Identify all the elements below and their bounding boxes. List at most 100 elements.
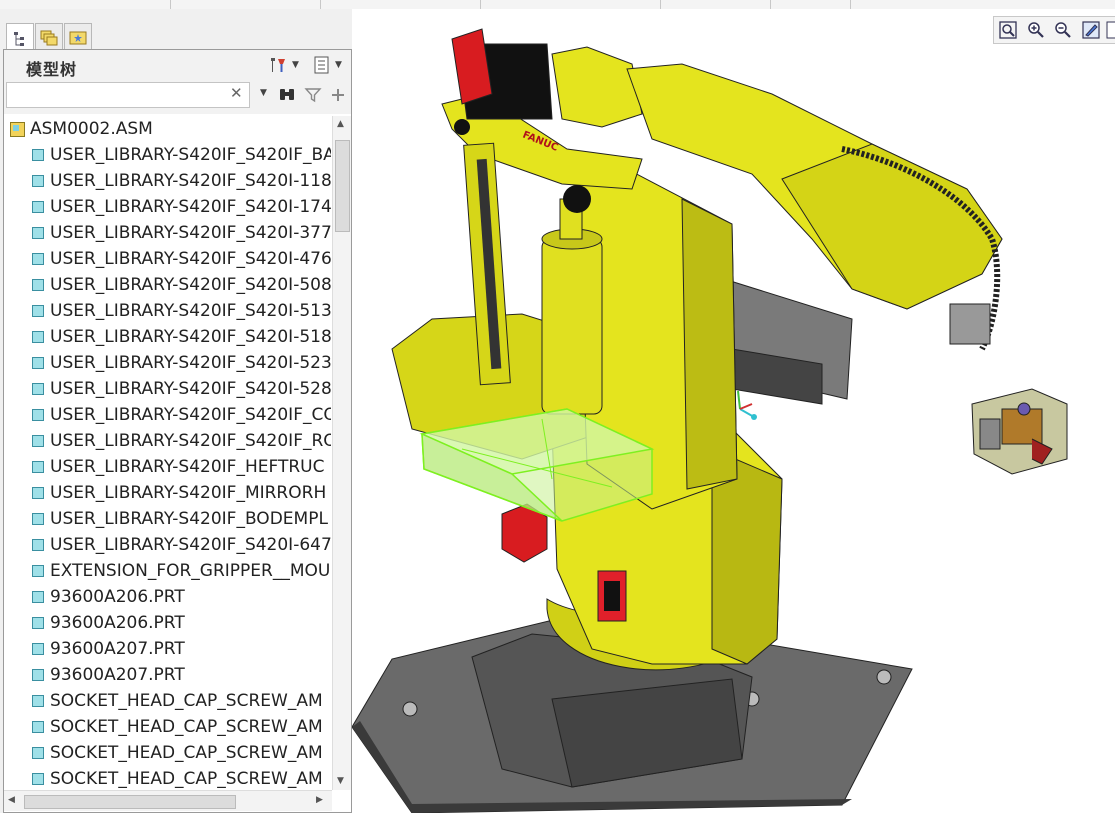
tree-item-label: USER_LIBRARY-S420IF_S420I-528	[50, 379, 331, 399]
tab-layers[interactable]	[35, 23, 63, 52]
layers-icon	[40, 30, 58, 46]
scroll-right-icon[interactable]: ▶	[316, 795, 323, 805]
navigator-panel: 模型树 ▼ ▼ ✕ ▼ ASM0002.ASM USER_LIBRARY-S42…	[0, 9, 352, 813]
tree-horizontal-scrollbar[interactable]: ◀ ▶	[4, 790, 332, 811]
tree-item[interactable]: USER_LIBRARY-S420IF_HEFTRUC	[32, 454, 324, 480]
tree-item[interactable]: USER_LIBRARY-S420IF_S420IF_RO	[32, 428, 331, 454]
tree-item[interactable]: USER_LIBRARY-S420IF_S420IF_CO	[32, 402, 331, 428]
tree-item[interactable]: 93600A206.PRT	[32, 584, 185, 610]
show-menu-button[interactable]: ▼	[314, 54, 342, 76]
csys-axes-icon	[737, 390, 757, 420]
repaint-button[interactable]	[1080, 19, 1102, 41]
j3-housing[interactable]	[551, 46, 643, 128]
scroll-down-icon[interactable]: ▼	[337, 776, 344, 786]
gripper-assembly[interactable]	[971, 388, 1068, 475]
tree-item[interactable]: SOCKET_HEAD_CAP_SCREW_AM	[32, 688, 323, 714]
tree-item[interactable]: USER_LIBRARY-S420IF_S420I-513	[32, 298, 331, 324]
tree-item-label: USER_LIBRARY-S420IF_S420IF_BA	[50, 145, 331, 165]
more-tools-icon	[1106, 21, 1115, 39]
tree-item[interactable]: SOCKET_HEAD_CAP_SCREW_AM	[32, 766, 323, 790]
tree-item[interactable]: USER_LIBRARY-S420IF_S420I-518	[32, 324, 331, 350]
add-column-button[interactable]	[330, 86, 346, 108]
more-view-tools-button[interactable]	[1106, 19, 1115, 41]
tree-search-input[interactable]	[6, 82, 250, 108]
tree-item[interactable]: USER_LIBRARY-S420IF_MIRRORH	[32, 480, 326, 506]
tree-item[interactable]: EXTENSION_FOR_GRIPPER__MOU	[32, 558, 330, 584]
model-tree: 模型树 ▼ ▼ ✕ ▼ ASM0002.ASM USER_LIBRARY-S42…	[3, 49, 352, 813]
add-icon	[332, 89, 344, 101]
filter-icon	[304, 88, 322, 103]
zoom-out-icon	[1055, 22, 1071, 38]
tree-item[interactable]: USER_LIBRARY-S420IF_S420I-174	[32, 194, 331, 220]
tree-item-label: 93600A207.PRT	[50, 665, 185, 685]
scroll-up-icon[interactable]: ▲	[337, 119, 344, 129]
wrist-flange[interactable]	[949, 303, 991, 345]
tree-item-label: SOCKET_HEAD_CAP_SCREW_AM	[50, 691, 323, 711]
tree-item[interactable]: USER_LIBRARY-S420IF_S420I-647	[32, 532, 331, 558]
tree-item-label: USER_LIBRARY-S420IF_S420I-647	[50, 535, 331, 555]
tree-item[interactable]: USER_LIBRARY-S420IF_S420I-377	[32, 220, 331, 246]
tab-favorites[interactable]	[64, 23, 92, 52]
robot-model-view[interactable]: FANUC	[351, 9, 1115, 814]
tree-item[interactable]: 93600A207.PRT	[32, 636, 185, 662]
tree-root-label: ASM0002.ASM	[30, 119, 153, 139]
zoom-in-icon	[1028, 22, 1044, 38]
tree-item[interactable]: SOCKET_HEAD_CAP_SCREW_AM	[32, 740, 323, 766]
tree-item-label: USER_LIBRARY-S420IF_S420I-513	[50, 301, 331, 321]
find-button[interactable]	[278, 86, 296, 108]
part-icon	[32, 201, 44, 213]
tree-settings-button[interactable]: ▼	[268, 54, 299, 76]
tree-item-label: USER_LIBRARY-S420IF_S420I-174	[50, 197, 331, 217]
tree-item[interactable]: USER_LIBRARY-S420IF_S420I-523	[32, 350, 331, 376]
graphics-window[interactable]: FANUC	[351, 9, 1115, 814]
clear-search-icon[interactable]: ✕	[230, 84, 243, 102]
balancer-cylinder[interactable]	[541, 238, 603, 415]
filter-button[interactable]	[304, 86, 322, 108]
part-icon	[32, 513, 44, 525]
tree-item-label: USER_LIBRARY-S420IF_S420IF_CO	[50, 405, 331, 425]
part-icon	[32, 487, 44, 499]
tree-item-label: USER_LIBRARY-S420IF_HEFTRUC	[50, 457, 325, 477]
tree-header: 模型树 ▼ ▼	[4, 50, 351, 80]
tree-item-label: 93600A206.PRT	[50, 587, 185, 607]
tree-item-label: 93600A206.PRT	[50, 613, 185, 633]
tree-item[interactable]: 93600A207.PRT	[32, 662, 185, 688]
tree-item-label: USER_LIBRARY-S420IF_MIRRORH	[50, 483, 327, 503]
view-toolbar	[993, 16, 1115, 44]
j3-motor-cap	[451, 28, 493, 105]
tree-item[interactable]: 93600A206.PRT	[32, 610, 185, 636]
tree-item[interactable]: USER_LIBRARY-S420IF_BODEMPL	[32, 506, 328, 532]
search-dropdown-icon[interactable]: ▼	[260, 88, 267, 98]
tree-vertical-scrollbar[interactable]: ▲ ▼	[332, 116, 351, 790]
tree-item[interactable]: SOCKET_HEAD_CAP_SCREW_AM	[32, 714, 323, 740]
tree-item[interactable]: USER_LIBRARY-S420IF_S420I-118	[32, 168, 331, 194]
part-icon	[32, 305, 44, 317]
part-icon	[32, 149, 44, 161]
tree-item-label: EXTENSION_FOR_GRIPPER__MOU	[50, 561, 331, 581]
tree-item[interactable]: USER_LIBRARY-S420IF_S420I-508	[32, 272, 331, 298]
horizontal-scroll-thumb[interactable]	[24, 795, 236, 809]
part-icon	[32, 773, 44, 785]
tree-item[interactable]: USER_LIBRARY-S420IF_S420I-476	[32, 246, 331, 272]
tree-item[interactable]: USER_LIBRARY-S420IF_S420IF_BA	[32, 142, 331, 168]
tree-item-label: SOCKET_HEAD_CAP_SCREW_AM	[50, 769, 323, 789]
refit-icon	[999, 21, 1017, 39]
tree-item-label: USER_LIBRARY-S420IF_S420I-523	[50, 353, 331, 373]
tree-list: ASM0002.ASM USER_LIBRARY-S420IF_S420IF_B…	[4, 116, 331, 790]
tree-item-label: USER_LIBRARY-S420IF_S420I-508	[50, 275, 331, 295]
refit-button[interactable]	[997, 19, 1019, 41]
favorites-icon	[69, 31, 87, 45]
show-list-icon	[314, 56, 329, 74]
part-icon	[32, 721, 44, 733]
settings-icon	[271, 58, 285, 72]
tree-item-label: 93600A207.PRT	[50, 639, 185, 659]
tree-item-label: USER_LIBRARY-S420IF_S420I-518	[50, 327, 331, 347]
tree-item[interactable]: USER_LIBRARY-S420IF_S420I-528	[32, 376, 331, 402]
assembly-icon	[10, 121, 25, 137]
tree-root-asm[interactable]: ASM0002.ASM	[10, 116, 153, 142]
zoom-in-button[interactable]	[1025, 19, 1047, 41]
tree-item-label: USER_LIBRARY-S420IF_S420I-118	[50, 171, 331, 191]
vertical-scroll-thumb[interactable]	[335, 140, 350, 232]
scroll-left-icon[interactable]: ◀	[8, 795, 15, 805]
zoom-out-button[interactable]	[1052, 19, 1074, 41]
